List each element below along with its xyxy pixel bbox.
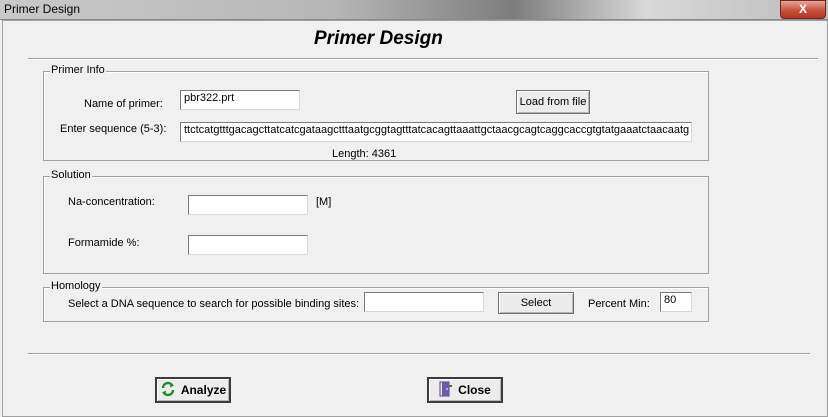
primer-name-label: Name of primer: <box>84 98 163 110</box>
solution-legend: Solution <box>50 169 92 181</box>
title-bar: Primer Design X <box>0 0 828 20</box>
solution-group: Solution Na-concentration: [M] Formamide… <box>43 169 709 274</box>
primer-info-group: Primer Info Name of primer: pbr322.prt L… <box>43 64 709 161</box>
formamide-input[interactable] <box>188 235 308 255</box>
percent-min-label: Percent Min: <box>588 298 650 310</box>
dialog-body: Primer Design Primer Info Name of primer… <box>2 20 828 417</box>
primer-info-legend: Primer Info <box>50 64 106 76</box>
window-title: Primer Design <box>4 2 81 16</box>
sequence-label: Enter sequence (5-3): <box>60 123 167 135</box>
percent-min-input[interactable]: 80 <box>660 292 692 312</box>
door-exit-icon <box>439 381 453 400</box>
analyze-button-label: Analyze <box>180 383 227 397</box>
binding-sites-label: Select a DNA sequence to search for poss… <box>68 298 360 310</box>
load-from-file-label: Load from file <box>519 96 587 108</box>
select-button[interactable]: Select <box>498 292 574 314</box>
na-concentration-unit: [M] <box>316 196 332 208</box>
load-from-file-button[interactable]: Load from file <box>516 90 590 114</box>
homology-legend: Homology <box>50 280 102 292</box>
refresh-icon <box>160 381 176 400</box>
close-button-label: Close <box>458 383 491 397</box>
sequence-length: Length: 4361 <box>332 148 397 160</box>
formamide-label: Formamide %: <box>68 237 140 249</box>
primer-name-input[interactable]: pbr322.prt <box>180 90 300 110</box>
top-divider <box>28 58 818 60</box>
window-close-button[interactable]: X <box>780 0 826 19</box>
sequence-input[interactable]: ttctcatgtttgacagcttatcatcgataagctttaatgc… <box>180 122 692 142</box>
select-button-label: Select <box>520 297 552 309</box>
na-concentration-label: Na-concentration: <box>68 196 155 208</box>
homology-group: Homology Select a DNA sequence to search… <box>43 280 709 322</box>
analyze-button[interactable]: Analyze <box>155 377 231 403</box>
close-button[interactable]: Close <box>427 377 503 403</box>
page-title: Primer Design <box>314 28 443 49</box>
binding-sequence-input[interactable] <box>364 292 484 312</box>
na-concentration-input[interactable] <box>188 195 308 215</box>
bottom-divider <box>28 353 810 355</box>
